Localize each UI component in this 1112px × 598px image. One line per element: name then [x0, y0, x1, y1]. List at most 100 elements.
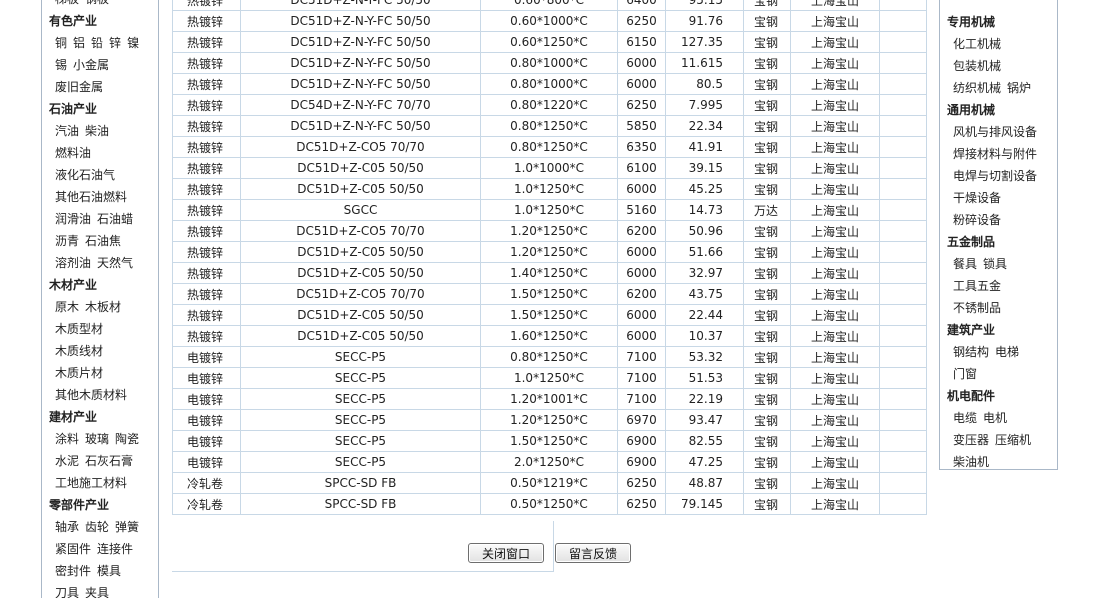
right-sidebar-subcategory-link[interactable]: 包装机械: [953, 59, 1001, 73]
grade-cell: DC54D+Z-N-Y-FC 70/70: [240, 94, 481, 116]
spec-cell: 1.20*1250*C: [480, 409, 618, 431]
grade-cell: SECC-P5: [240, 451, 481, 473]
left-sidebar-subcategory-link[interactable]: 涂料: [55, 432, 79, 446]
left-sidebar-subcategory-link[interactable]: 其他木质材料: [55, 388, 127, 402]
left-sidebar-subcategory-link[interactable]: 木板材: [85, 300, 121, 314]
right-sidebar-subcategory-link[interactable]: 电缆: [953, 411, 977, 425]
left-sidebar-subcategory-link[interactable]: 石油焦: [85, 234, 121, 248]
right-sidebar-subcategory-link[interactable]: 粉碎设备: [953, 213, 1001, 227]
grade-cell: SECC-P5: [240, 388, 481, 410]
product-type-cell: 热镀锌: [172, 220, 241, 242]
left-sidebar-subcategory-link[interactable]: 铝: [73, 36, 85, 50]
grade-cell: DC51D+Z-N-Y-FC 50/50: [240, 73, 481, 95]
left-sidebar-subcategory-link[interactable]: 木质线材: [55, 344, 103, 358]
table-row: 电镀锌 SECC-P5 1.20*1001*C 7100 22.19 宝钢 上海宝山: [172, 388, 927, 410]
left-sidebar-subcategory-link[interactable]: 铜: [55, 36, 67, 50]
right-category-sidebar: 专用机械 化工机械 包装机械 纺织机械 锅炉 通用机械 风机与排风设备 焊接材料与附件 电焊与切…: [939, 0, 1058, 470]
left-sidebar-subcategory-link[interactable]: 润滑油: [55, 212, 91, 226]
left-sidebar-subcategory-link[interactable]: 密封件: [55, 564, 91, 578]
left-sidebar-subcategory-link[interactable]: 轴承: [55, 520, 79, 534]
right-sidebar-subcategory-link[interactable]: 不锈制品: [953, 301, 1001, 315]
left-sidebar-subcategory-link[interactable]: 梯板: [55, 0, 79, 6]
brand-cell: 宝钢: [743, 367, 791, 389]
left-sidebar-subcategory-link[interactable]: 紧固件: [55, 542, 91, 556]
right-sidebar-subcategory-link[interactable]: 钢结构: [953, 345, 989, 359]
right-sidebar-subcategory-link[interactable]: 风机与排风设备: [953, 125, 1037, 139]
left-sidebar-subcategory-link[interactable]: 木质型材: [55, 322, 103, 336]
table-row: 电镀锌 SECC-P5 2.0*1250*C 6900 47.25 宝钢 上海宝山: [172, 451, 927, 473]
right-sidebar-subcategory-link[interactable]: 电梯: [995, 345, 1019, 359]
table-row: 冷轧卷 SPCC-SD FB 0.50*1219*C 6250 48.87 宝钢 上海宝山: [172, 472, 927, 494]
price-cell: 6250: [617, 94, 666, 116]
left-sidebar-subcategory-link[interactable]: 夹具: [85, 586, 109, 598]
left-sidebar-subcategory-link[interactable]: 水泥: [55, 454, 79, 468]
right-sidebar-subcategory-link[interactable]: 锅炉: [1007, 81, 1031, 95]
left-sidebar-subcategory-link[interactable]: 废旧金属: [55, 80, 103, 94]
left-sidebar-subcategory-link[interactable]: 石灰石膏: [85, 454, 133, 468]
left-sidebar-subcategory-link[interactable]: 刀具: [55, 586, 79, 598]
right-sidebar-subcategory-link[interactable]: 餐具: [953, 257, 977, 271]
weight-cell: 22.19: [665, 388, 744, 410]
left-sidebar-subcategory-link[interactable]: 燃料油: [55, 146, 91, 160]
extra-cell: [879, 472, 927, 494]
location-cell: 上海宝山: [790, 262, 880, 284]
brand-cell: 宝钢: [743, 346, 791, 368]
left-sidebar-subcategory-link[interactable]: 齿轮: [85, 520, 109, 534]
grade-cell: DC51D+Z-N-Y-FC 50/50: [240, 0, 481, 11]
feedback-button[interactable]: 留言反馈: [555, 543, 631, 563]
extra-cell: [879, 10, 927, 32]
right-sidebar-subcategory-link[interactable]: 门窗: [953, 367, 977, 381]
left-sidebar-subcategory-link[interactable]: 玻璃: [85, 432, 109, 446]
right-sidebar-subcategory-link[interactable]: 压缩机: [995, 433, 1031, 447]
right-sidebar-subcategory-link[interactable]: 焊接材料与附件: [953, 147, 1037, 161]
grade-cell: DC51D+Z-CO5 70/70: [240, 283, 481, 305]
spec-cell: 0.60*800*C: [480, 0, 618, 11]
left-sidebar-subcategory-link[interactable]: 原木: [55, 300, 79, 314]
right-sidebar-subcategory-link[interactable]: 变压器: [953, 433, 989, 447]
extra-cell: [879, 178, 927, 200]
left-sidebar-subcategory-link[interactable]: 沥青: [55, 234, 79, 248]
left-sidebar-subcategory-link[interactable]: 铅: [91, 36, 103, 50]
right-sidebar-subcategory-link[interactable]: 化工机械: [953, 37, 1001, 51]
left-sidebar-subcategory-link[interactable]: 陶瓷: [115, 432, 139, 446]
location-cell: 上海宝山: [790, 73, 880, 95]
brand-cell: 宝钢: [743, 73, 791, 95]
right-sidebar-subcategory-link[interactable]: 锁具: [983, 257, 1007, 271]
price-cell: 6970: [617, 409, 666, 431]
weight-cell: 91.76: [665, 10, 744, 32]
right-sidebar-category-heading: 专用机械: [947, 15, 996, 29]
left-sidebar-subcategory-link[interactable]: 钢板: [85, 0, 109, 6]
left-sidebar-subcategory-link[interactable]: 天然气: [97, 256, 133, 270]
right-sidebar-subcategory-link[interactable]: 干燥设备: [953, 191, 1001, 205]
right-sidebar-subcategory-link[interactable]: 电焊与切割设备: [953, 169, 1037, 183]
spec-cell: 2.0*1250*C: [480, 451, 618, 473]
weight-cell: 93.47: [665, 409, 744, 431]
left-sidebar-subcategory-link[interactable]: 液化石油气: [55, 168, 115, 182]
right-sidebar-subcategory-link[interactable]: 工具五金: [953, 279, 1001, 293]
left-sidebar-subcategory-link[interactable]: 汽油: [55, 124, 79, 138]
close-window-button[interactable]: 关闭窗口: [468, 543, 544, 563]
extra-cell: [879, 430, 927, 452]
product-type-cell: 热镀锌: [172, 178, 241, 200]
left-sidebar-subcategory-link[interactable]: 镍: [127, 36, 139, 50]
left-sidebar-subcategory-link[interactable]: 锡: [55, 58, 67, 72]
left-sidebar-subcategory-link[interactable]: 石油蜡: [97, 212, 133, 226]
left-sidebar-subcategory-row: 密封件 模具: [42, 560, 158, 582]
price-cell: 6150: [617, 31, 666, 53]
right-sidebar-subcategory-link[interactable]: 柴油机: [953, 455, 989, 469]
left-sidebar-subcategory-link[interactable]: 其他石油燃料: [55, 190, 127, 204]
table-row: 电镀锌 SECC-P5 1.50*1250*C 6900 82.55 宝钢 上海宝山: [172, 430, 927, 452]
left-sidebar-subcategory-link[interactable]: 小金属: [73, 58, 109, 72]
left-sidebar-subcategory-link[interactable]: 弹簧: [115, 520, 139, 534]
left-sidebar-subcategory-link[interactable]: 连接件: [97, 542, 133, 556]
weight-cell: 11.615: [665, 52, 744, 74]
left-sidebar-subcategory-link[interactable]: 模具: [97, 564, 121, 578]
left-sidebar-subcategory-link[interactable]: 木质片材: [55, 366, 103, 380]
right-sidebar-subcategory-link[interactable]: 电机: [983, 411, 1007, 425]
brand-cell: 宝钢: [743, 388, 791, 410]
left-sidebar-subcategory-link[interactable]: 锌: [109, 36, 121, 50]
left-sidebar-subcategory-link[interactable]: 溶剂油: [55, 256, 91, 270]
left-sidebar-subcategory-link[interactable]: 工地施工材料: [55, 476, 127, 490]
right-sidebar-subcategory-link[interactable]: 纺织机械: [953, 81, 1001, 95]
left-sidebar-subcategory-link[interactable]: 柴油: [85, 124, 109, 138]
